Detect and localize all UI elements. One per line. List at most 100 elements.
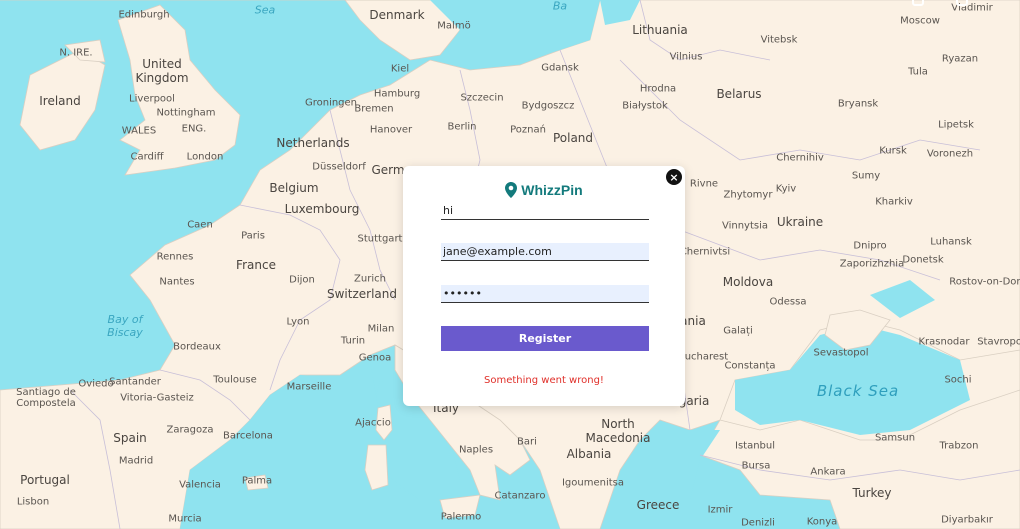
map-label-belgium: Belgium [269,181,319,195]
map-label-nottingham: Nottingham [156,107,216,119]
map-label-turkey: Turkey [852,486,892,500]
map-label-santiago: Santiago de Compostela [16,387,76,409]
map-label-vilnius: Vilnius [669,51,703,63]
username-input[interactable] [441,202,649,220]
map-label-bialystok: Białystok [622,100,668,112]
map-label-samsun: Samsun [874,432,916,444]
map-label-gdansk: Gdansk [541,62,579,74]
map-label-hrodna: Hrodna [639,83,677,95]
map-label-bremen: Bremen [354,103,394,115]
map-label-szczecin: Szczecin [460,92,504,104]
map-label-lyon: Lyon [286,316,310,328]
map-label-nantes: Nantes [159,276,195,288]
map-label-sevastopol: Sevastopol [813,347,869,359]
map-label-donetsk: Donetsk [902,254,944,266]
map-label-poznan: Poznań [510,124,546,136]
map-label-murcia: Murcia [168,513,202,525]
close-button[interactable]: × [666,169,682,185]
map-label-bari: Bari [517,436,537,448]
map-label-lithuania: Lithuania [632,23,688,37]
map-label-caen: Caen [187,219,213,231]
map-label-netherlands: Netherlands [276,136,350,150]
map-label-liverpool: Liverpool [129,93,175,105]
map-label-groningen: Groningen [304,97,358,109]
fullscreen-icon[interactable] [956,0,968,6]
map-label-moldova: Moldova [722,275,774,289]
map-label-genoa: Genoa [358,352,392,364]
map-label-konya: Konya [806,516,838,528]
register-button[interactable]: Register [441,326,649,351]
map-label-ajaccio: Ajaccio [355,417,391,429]
map-label-ankara: Ankara [810,466,846,478]
map-label-rennes: Rennes [156,251,194,263]
map-label-eng: ENG. [181,123,207,135]
password-input[interactable] [441,285,649,303]
map-label-hanover: Hanover [369,124,413,136]
map-label-odessa: Odessa [769,296,807,308]
map-label-poland: Poland [552,131,594,145]
brand-name: WhizzPin [521,182,583,198]
map-label-kiel: Kiel [390,63,410,75]
map-label-voronezh: Voronezh [926,148,974,160]
map-label-madrid: Madrid [118,455,154,467]
map-label-palma: Palma [241,475,273,487]
map-label-bordeaux: Bordeaux [173,341,221,353]
map-label-vinnytsia: Vinnytsia [721,220,769,232]
map-label-denmark: Denmark [369,8,425,22]
map-label-hamburg: Hamburg [373,88,421,100]
map-label-rostov: Rostov-on-Don [949,276,1020,288]
map-label-santander: Santander [109,376,161,388]
map-label-kursk: Kursk [879,145,907,157]
email-input[interactable] [441,243,649,261]
map-label-ukraine: Ukraine [776,215,824,229]
map-label-marseille: Marseille [286,381,332,393]
layers-icon[interactable] [912,0,924,6]
map-label-lisbon: Lisbon [16,496,50,508]
map-label-dijon: Dijon [289,274,315,286]
map-label-bucharest: Bucharest [677,351,729,363]
brand: WhizzPin [403,182,685,198]
map-label-zaporizhzhia: Zaporizhzhia [839,258,905,270]
map-label-kyiv: Kyiv [775,183,797,195]
map-label-rivne: Rivne [689,178,719,190]
map-label-france: France [236,258,276,272]
map-label-kharkiv: Kharkiv [875,196,913,208]
map-label-united-kingdom: United Kingdom [135,57,189,85]
map-label-igoumenitsa: Igoumenitsa [561,477,625,489]
map-label-constanta: Constanța [724,360,776,372]
map-label-paris: Paris [241,230,265,242]
map-label-tula: Tula [908,66,928,78]
map-label-black-sea: Black Sea [816,382,900,400]
map-label-naples: Naples [458,444,494,456]
map-label-turin: Turin [340,335,366,347]
map-label-stavropol: Stavropol [977,336,1020,348]
close-icon: × [669,170,679,184]
map-label-bay-of-biscay: Bay of Biscay [107,313,143,339]
map-label-portugal: Portugal [20,473,70,487]
map-label-wales: WALES [121,125,157,137]
map-label-germany: Germ [371,163,405,177]
map-label-palermo: Palermo [440,511,482,523]
map-label-north-macedonia: North Macedonia [585,417,651,445]
map-label-denizli: Denizli [741,517,775,529]
map-label-albania: Albania [566,447,612,461]
map-label-valencia: Valencia [179,479,221,491]
map-label-ryazan: Ryazan [941,53,979,65]
map-label-sea-baltic: Ba [552,0,568,13]
map-label-belarus: Belarus [716,87,762,101]
map-label-edinburgh: Edinburgh [118,9,170,21]
map-label-n-ire: N. IRE. [59,47,93,59]
map-label-catanzaro: Catanzaro [494,490,546,502]
map-label-zhytomyr: Zhytomyr [723,189,773,201]
map-label-sumy: Sumy [851,170,881,182]
map-label-chernihiv: Chernihiv [776,152,824,164]
map-pin-icon [505,182,518,198]
map-label-krasnodar: Krasnodar [918,336,970,348]
map-label-moscow: Moscow [900,15,940,27]
map-label-istanbul: Istanbul [734,440,776,452]
map-label-luhansk: Luhansk [930,236,972,248]
map-label-bydgoszcz: Bydgoszcz [521,100,575,112]
map-label-izmir: Izmir [707,504,733,516]
map-label-greece: Greece [636,498,680,512]
map-label-lipetsk: Lipetsk [938,119,974,131]
